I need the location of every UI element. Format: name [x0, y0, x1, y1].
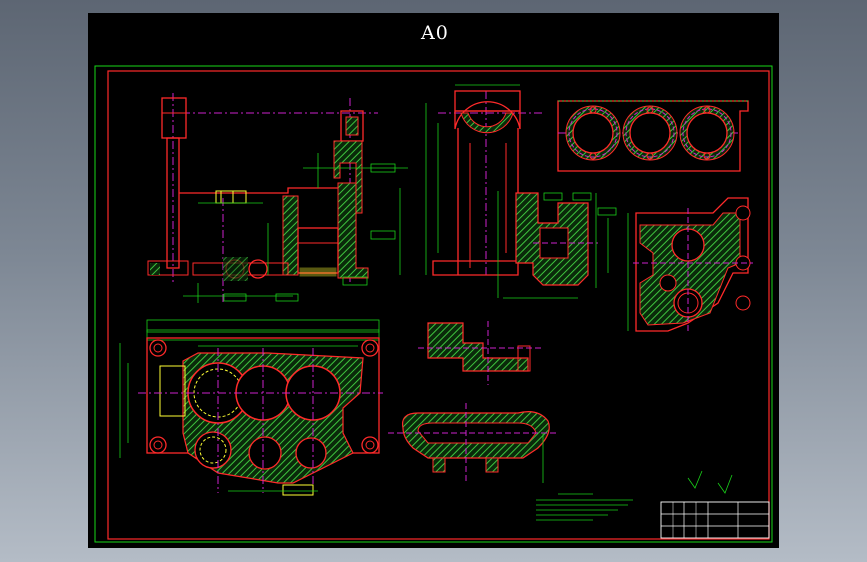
drawing-sheet: A0 — [88, 13, 779, 548]
cad-drawing — [94, 65, 773, 543]
section-d-d — [627, 197, 753, 333]
title-block — [660, 501, 770, 539]
front-section-view — [147, 93, 408, 303]
plan-view — [119, 319, 383, 496]
section-b-b — [497, 191, 617, 299]
section-a-a — [557, 100, 749, 172]
technical-notes — [536, 470, 733, 521]
section-c-c — [388, 321, 558, 483]
